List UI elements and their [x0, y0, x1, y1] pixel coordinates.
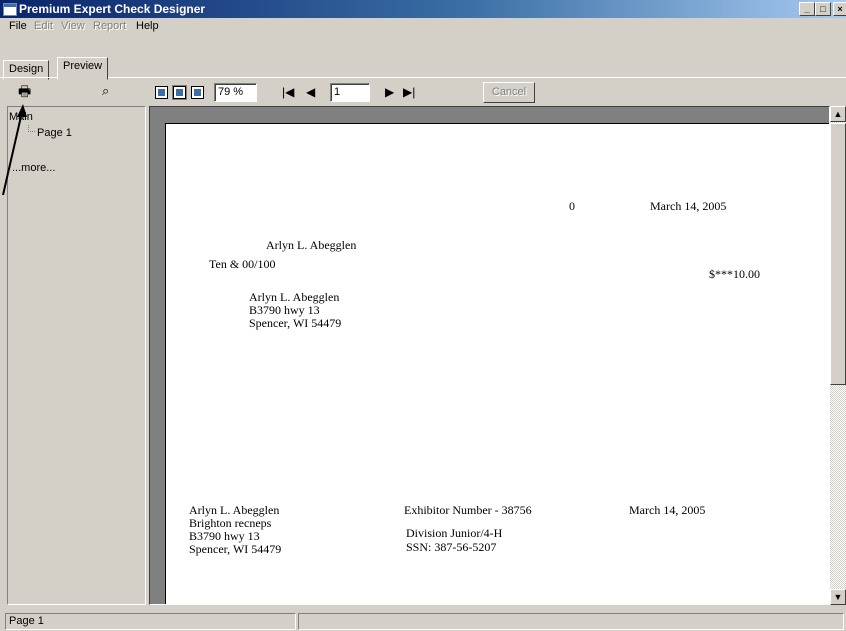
status-bar: Page 1	[0, 611, 846, 631]
minimize-button[interactable]: _	[799, 2, 815, 16]
annotation-arrow	[2, 104, 27, 196]
menu-view[interactable]: View	[61, 20, 85, 32]
menu-edit[interactable]: Edit	[34, 20, 53, 32]
stub-exhibitor-number: Exhibitor Number - 38756	[404, 503, 532, 517]
check-date: March 14, 2005	[650, 199, 727, 213]
cancel-button[interactable]: Cancel	[483, 82, 535, 103]
multi-page-view-icon[interactable]	[191, 86, 204, 99]
next-page-icon[interactable]: ▶	[385, 86, 394, 98]
status-panel	[298, 613, 844, 630]
toolbar	[0, 78, 846, 102]
last-page-icon[interactable]: ▶|	[403, 86, 415, 98]
stub-division: Division Junior/4-H	[406, 526, 503, 540]
zoom-input[interactable]: 79 %	[214, 83, 257, 102]
first-page-icon[interactable]: |◀	[282, 86, 294, 98]
menu-file[interactable]: File	[9, 20, 27, 32]
vertical-scrollbar[interactable]: ▲ ▼	[830, 106, 846, 605]
close-button[interactable]: ×	[833, 2, 846, 16]
title-bar: Premium Expert Check Designer _ □ ×	[0, 0, 846, 18]
check-address-line: Spencer, WI 54479	[249, 316, 342, 330]
check-payee: Arlyn L. Abegglen	[266, 238, 357, 252]
tree-item-page-1[interactable]: Page 1	[37, 127, 72, 139]
check-amount-words: Ten & 00/100	[209, 257, 276, 271]
find-binoculars-icon[interactable]: ⌕	[102, 84, 109, 98]
page-number-input[interactable]: 1	[330, 83, 370, 102]
app-icon	[3, 3, 17, 16]
tab-preview[interactable]: Preview	[57, 57, 109, 80]
stub-line: Spencer, WI 54479	[189, 542, 282, 556]
scroll-down-icon[interactable]: ▼	[830, 589, 846, 605]
page-width-view-icon[interactable]	[172, 85, 187, 100]
check-amount: $***10.00	[709, 267, 760, 281]
scroll-thumb[interactable]	[830, 123, 846, 385]
scroll-up-icon[interactable]: ▲	[830, 106, 846, 122]
window-title: Premium Expert Check Designer	[19, 2, 206, 16]
status-page: Page 1	[5, 613, 296, 630]
check-number: 0	[569, 199, 575, 213]
menu-bar: File Edit View Report Help	[0, 18, 846, 36]
preview-area: 0 March 14, 2005 Arlyn L. Abegglen Ten &…	[149, 106, 830, 605]
menu-help[interactable]: Help	[136, 20, 159, 32]
stub-date: March 14, 2005	[629, 503, 706, 517]
check-page: 0 March 14, 2005 Arlyn L. Abegglen Ten &…	[165, 123, 829, 604]
menu-report[interactable]: Report	[93, 20, 126, 32]
single-page-view-icon[interactable]	[155, 86, 168, 99]
maximize-button[interactable]: □	[815, 2, 831, 16]
stub-ssn: SSN: 387-56-5207	[406, 540, 497, 554]
print-icon[interactable]: 🖶	[18, 84, 31, 98]
previous-page-icon[interactable]: ◀	[306, 86, 315, 98]
